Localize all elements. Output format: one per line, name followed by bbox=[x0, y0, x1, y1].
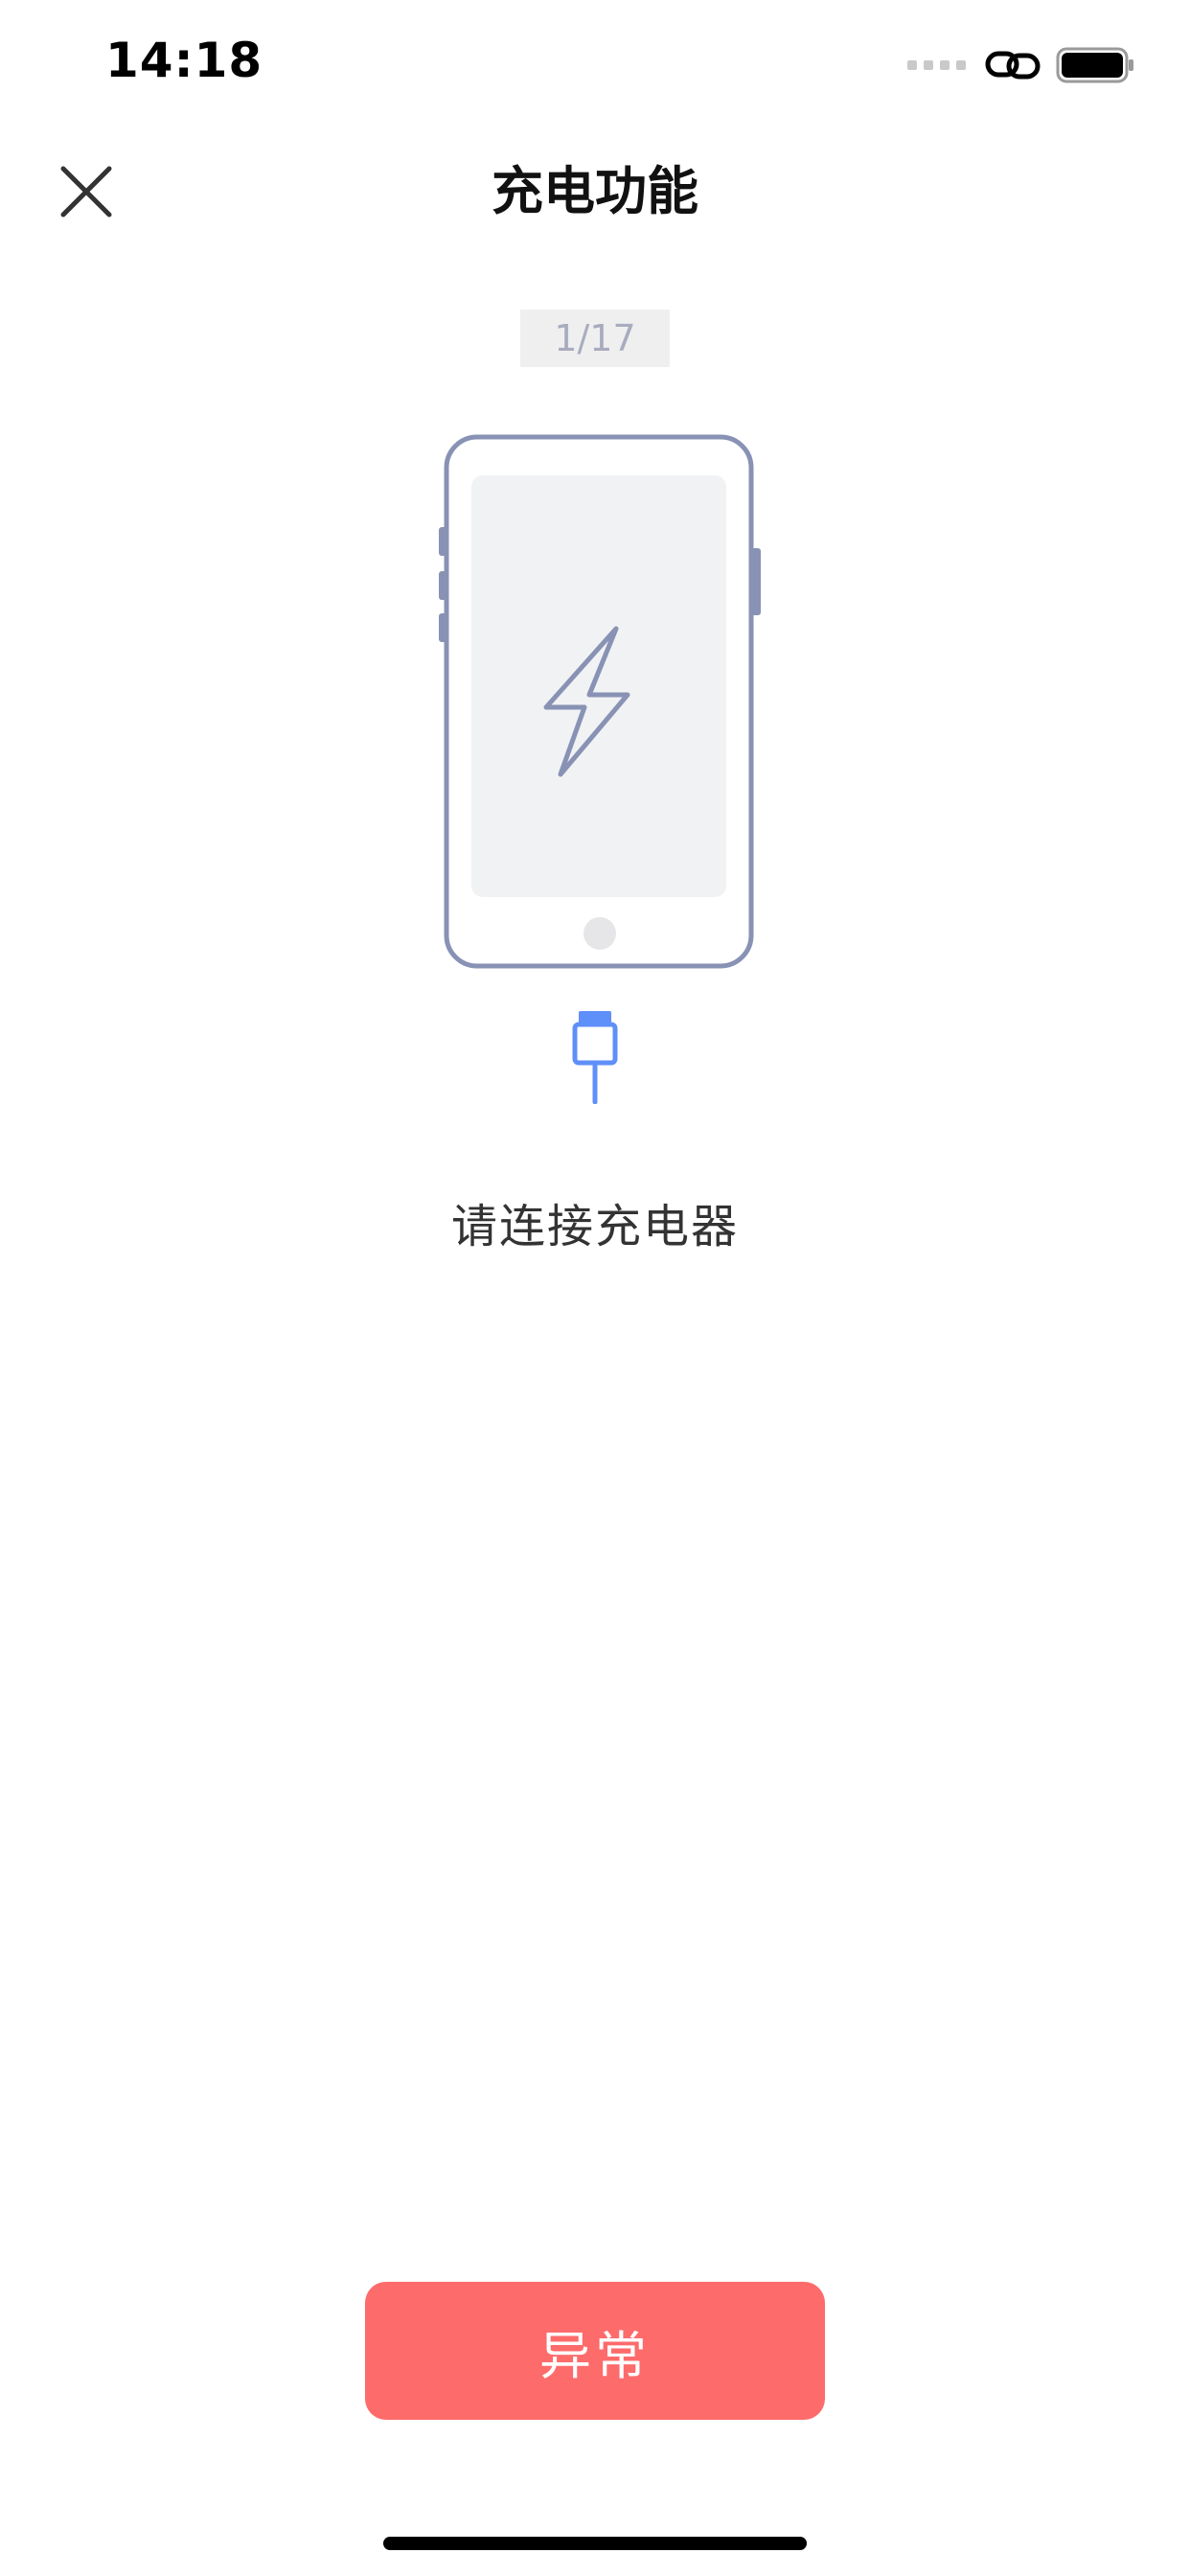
signal-dots-icon bbox=[907, 60, 966, 70]
status-time: 14:18 bbox=[105, 33, 263, 88]
charger-cable-icon bbox=[572, 1011, 618, 1104]
phone-charging-icon bbox=[439, 434, 761, 969]
status-bar: 14:18 bbox=[0, 0, 1190, 126]
page-title: 充电功能 bbox=[492, 161, 698, 221]
abnormal-button[interactable]: 异常 bbox=[365, 2282, 825, 2420]
step-counter: 1/17 bbox=[520, 310, 670, 367]
home-indicator[interactable] bbox=[383, 2537, 807, 2550]
status-icons bbox=[907, 42, 1134, 88]
instruction-text: 请连接充电器 bbox=[450, 1200, 739, 1254]
nav-bar: 充电功能 bbox=[0, 126, 1190, 253]
battery-icon bbox=[1056, 47, 1133, 83]
link-icon bbox=[985, 51, 1041, 80]
